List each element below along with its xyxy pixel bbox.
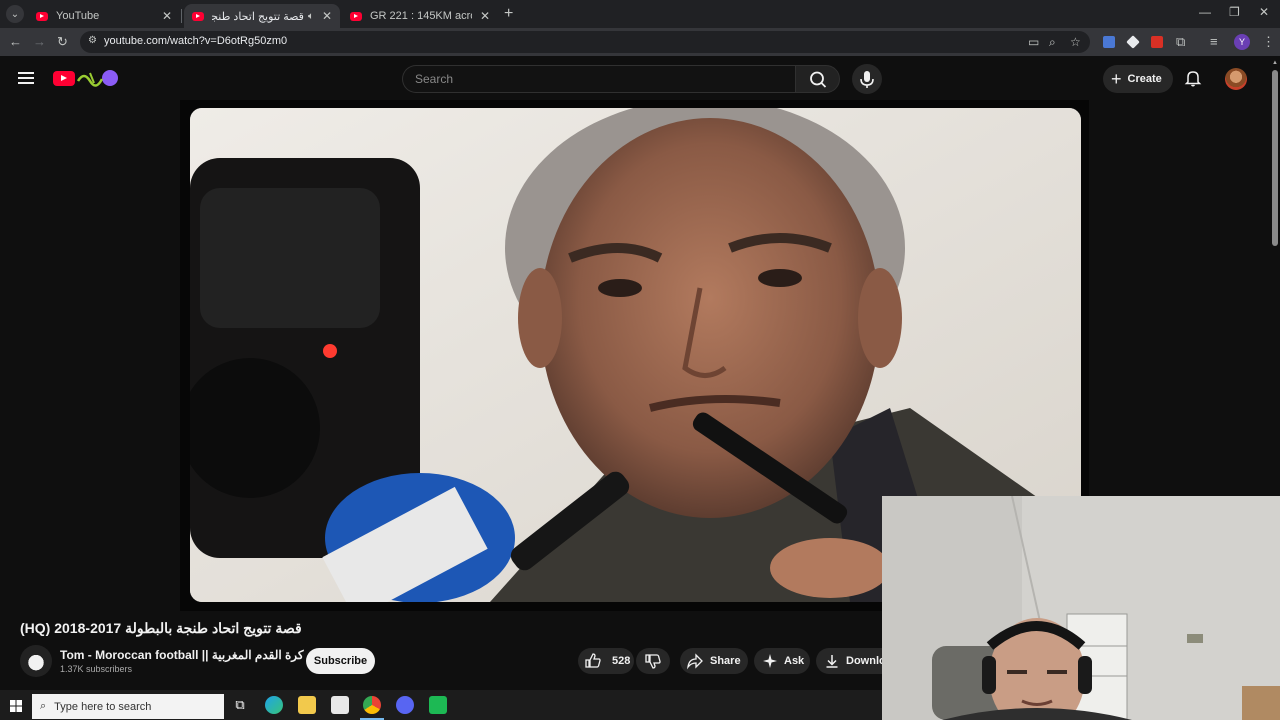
youtube-doodle-logo[interactable]: [76, 67, 120, 89]
tab-close-icon[interactable]: ✕: [480, 9, 490, 23]
create-button[interactable]: + Create: [1103, 65, 1173, 93]
subscriber-count: 1.37K subscribers: [60, 664, 133, 674]
like-count: 528: [612, 655, 631, 667]
dislike-button[interactable]: [636, 648, 670, 674]
red-extension-icon[interactable]: [1151, 36, 1163, 48]
menu-hamburger-icon[interactable]: [18, 72, 34, 84]
tab-title: GR 221 : 145KM across Mallorca: [370, 10, 472, 22]
scroll-up-icon[interactable]: ▲: [1272, 60, 1278, 66]
close-window-icon[interactable]: ✕: [1259, 5, 1269, 19]
extensions-puzzle-icon[interactable]: ⧉: [1176, 34, 1185, 50]
restore-icon[interactable]: ❐: [1229, 5, 1240, 19]
task-view-icon[interactable]: ⧉: [231, 696, 249, 714]
taskbar-search-box[interactable]: ⌕ Type here to search: [32, 694, 224, 719]
youtube-favicon-icon: [192, 11, 204, 21]
channel-avatar[interactable]: [20, 645, 52, 677]
search-icon: [810, 71, 827, 88]
ask-button[interactable]: Ask: [754, 648, 810, 674]
voice-search-button[interactable]: [852, 64, 882, 94]
search-input[interactable]: [402, 65, 795, 93]
profile-avatar-icon[interactable]: Y: [1234, 34, 1250, 50]
webcam-feed-image: [882, 496, 1280, 720]
tab-title: قصة تتويج اتحاد طنجة بالبطولة: [212, 10, 304, 23]
browser-tab-strip: ⌄ YouTube ✕ قصة تتويج اتحاد طنجة بالبطول…: [0, 0, 1280, 28]
tab-current-video[interactable]: قصة تتويج اتحاد طنجة بالبطولة 🔈︎ ✕: [184, 4, 340, 28]
bookmark-star-icon[interactable]: ☆: [1070, 35, 1081, 49]
account-avatar[interactable]: [1225, 68, 1247, 90]
tab-youtube[interactable]: YouTube ✕: [28, 4, 180, 28]
reload-icon[interactable]: ↻: [57, 34, 68, 50]
reading-list-icon[interactable]: ≡: [1210, 34, 1218, 50]
youtube-logo[interactable]: [53, 71, 75, 86]
like-button[interactable]: 528: [578, 648, 634, 674]
download-icon: [826, 655, 838, 668]
notifications-bell-icon[interactable]: [1184, 69, 1202, 87]
webcam-overlay: [882, 496, 1280, 720]
search-icon: ⌕: [40, 700, 47, 712]
chrome-icon[interactable]: [363, 696, 381, 714]
cast-icon[interactable]: ▭: [1028, 35, 1039, 49]
store-icon[interactable]: [331, 696, 349, 714]
translate-extension-icon[interactable]: [1103, 36, 1115, 48]
channel-name[interactable]: Tom - Moroccan football || طوم- كرة القد…: [60, 648, 334, 662]
youtube-favicon-icon: [350, 11, 362, 21]
windows-start-icon[interactable]: [10, 700, 22, 712]
tab-title: YouTube: [56, 10, 100, 22]
share-label: Share: [710, 655, 741, 667]
taskbar-search-placeholder: Type here to search: [54, 700, 152, 713]
edge-browser-icon[interactable]: [265, 696, 283, 714]
speaker-icon[interactable]: 🔈︎: [308, 11, 314, 22]
file-explorer-icon[interactable]: [298, 696, 316, 714]
subscribe-button[interactable]: Subscribe: [306, 648, 375, 674]
plus-icon: +: [1111, 69, 1122, 89]
address-bar[interactable]: ⚙ youtube.com/watch?v=D6otRg50zm0 ▭ ⌕ ☆: [80, 31, 1090, 53]
browser-menu-icon[interactable]: ⋮: [1262, 34, 1275, 50]
video-title: قصة تتويج اتحاد طنجة بالبطولة 2017-2018 …: [20, 620, 302, 636]
diamond-extension-icon[interactable]: [1126, 35, 1140, 49]
back-arrow-icon[interactable]: ←: [9, 34, 22, 50]
screen: ⌄ YouTube ✕ قصة تتويج اتحاد طنجة بالبطول…: [0, 0, 1280, 720]
scrollbar-thumb[interactable]: [1272, 70, 1278, 246]
sparkle-icon: [763, 654, 777, 668]
microphone-icon: [860, 71, 874, 88]
minimize-icon[interactable]: —: [1199, 5, 1211, 19]
tab-close-icon[interactable]: ✕: [162, 9, 172, 23]
thumbs-up-icon: [585, 653, 601, 668]
youtube-header: + Create: [0, 56, 1270, 100]
search-field[interactable]: [403, 66, 795, 92]
discord-icon[interactable]: [396, 696, 414, 714]
tab-search-chevron-icon[interactable]: ⌄: [6, 5, 24, 23]
tab-close-icon[interactable]: ✕: [322, 9, 332, 23]
download-button[interactable]: Download: [816, 648, 882, 674]
browser-toolbar: ← → ↻ ⚙ youtube.com/watch?v=D6otRg50zm0 …: [0, 28, 1280, 56]
tab-gr221[interactable]: GR 221 : 145KM across Mallorca ✕: [342, 4, 498, 28]
forward-arrow-icon[interactable]: →: [33, 34, 46, 50]
search-button[interactable]: [795, 65, 840, 93]
download-label: Download: [846, 655, 882, 667]
youtube-favicon-icon: [36, 11, 48, 21]
url-text: youtube.com/watch?v=D6otRg50zm0: [104, 35, 288, 47]
app-green-icon[interactable]: [429, 696, 447, 714]
site-info-icon[interactable]: ⚙: [88, 35, 100, 47]
new-tab-plus-icon[interactable]: +: [504, 5, 513, 23]
create-label: Create: [1127, 73, 1162, 85]
windows-taskbar: ⌕ Type here to search ⧉: [0, 690, 882, 720]
share-arrow-icon: [687, 653, 703, 670]
thumbs-down-icon: [645, 654, 661, 669]
ask-label: Ask: [784, 655, 805, 667]
share-button[interactable]: Share: [680, 648, 748, 674]
tab-divider: [181, 9, 182, 23]
zoom-icon[interactable]: ⌕: [1049, 35, 1056, 50]
